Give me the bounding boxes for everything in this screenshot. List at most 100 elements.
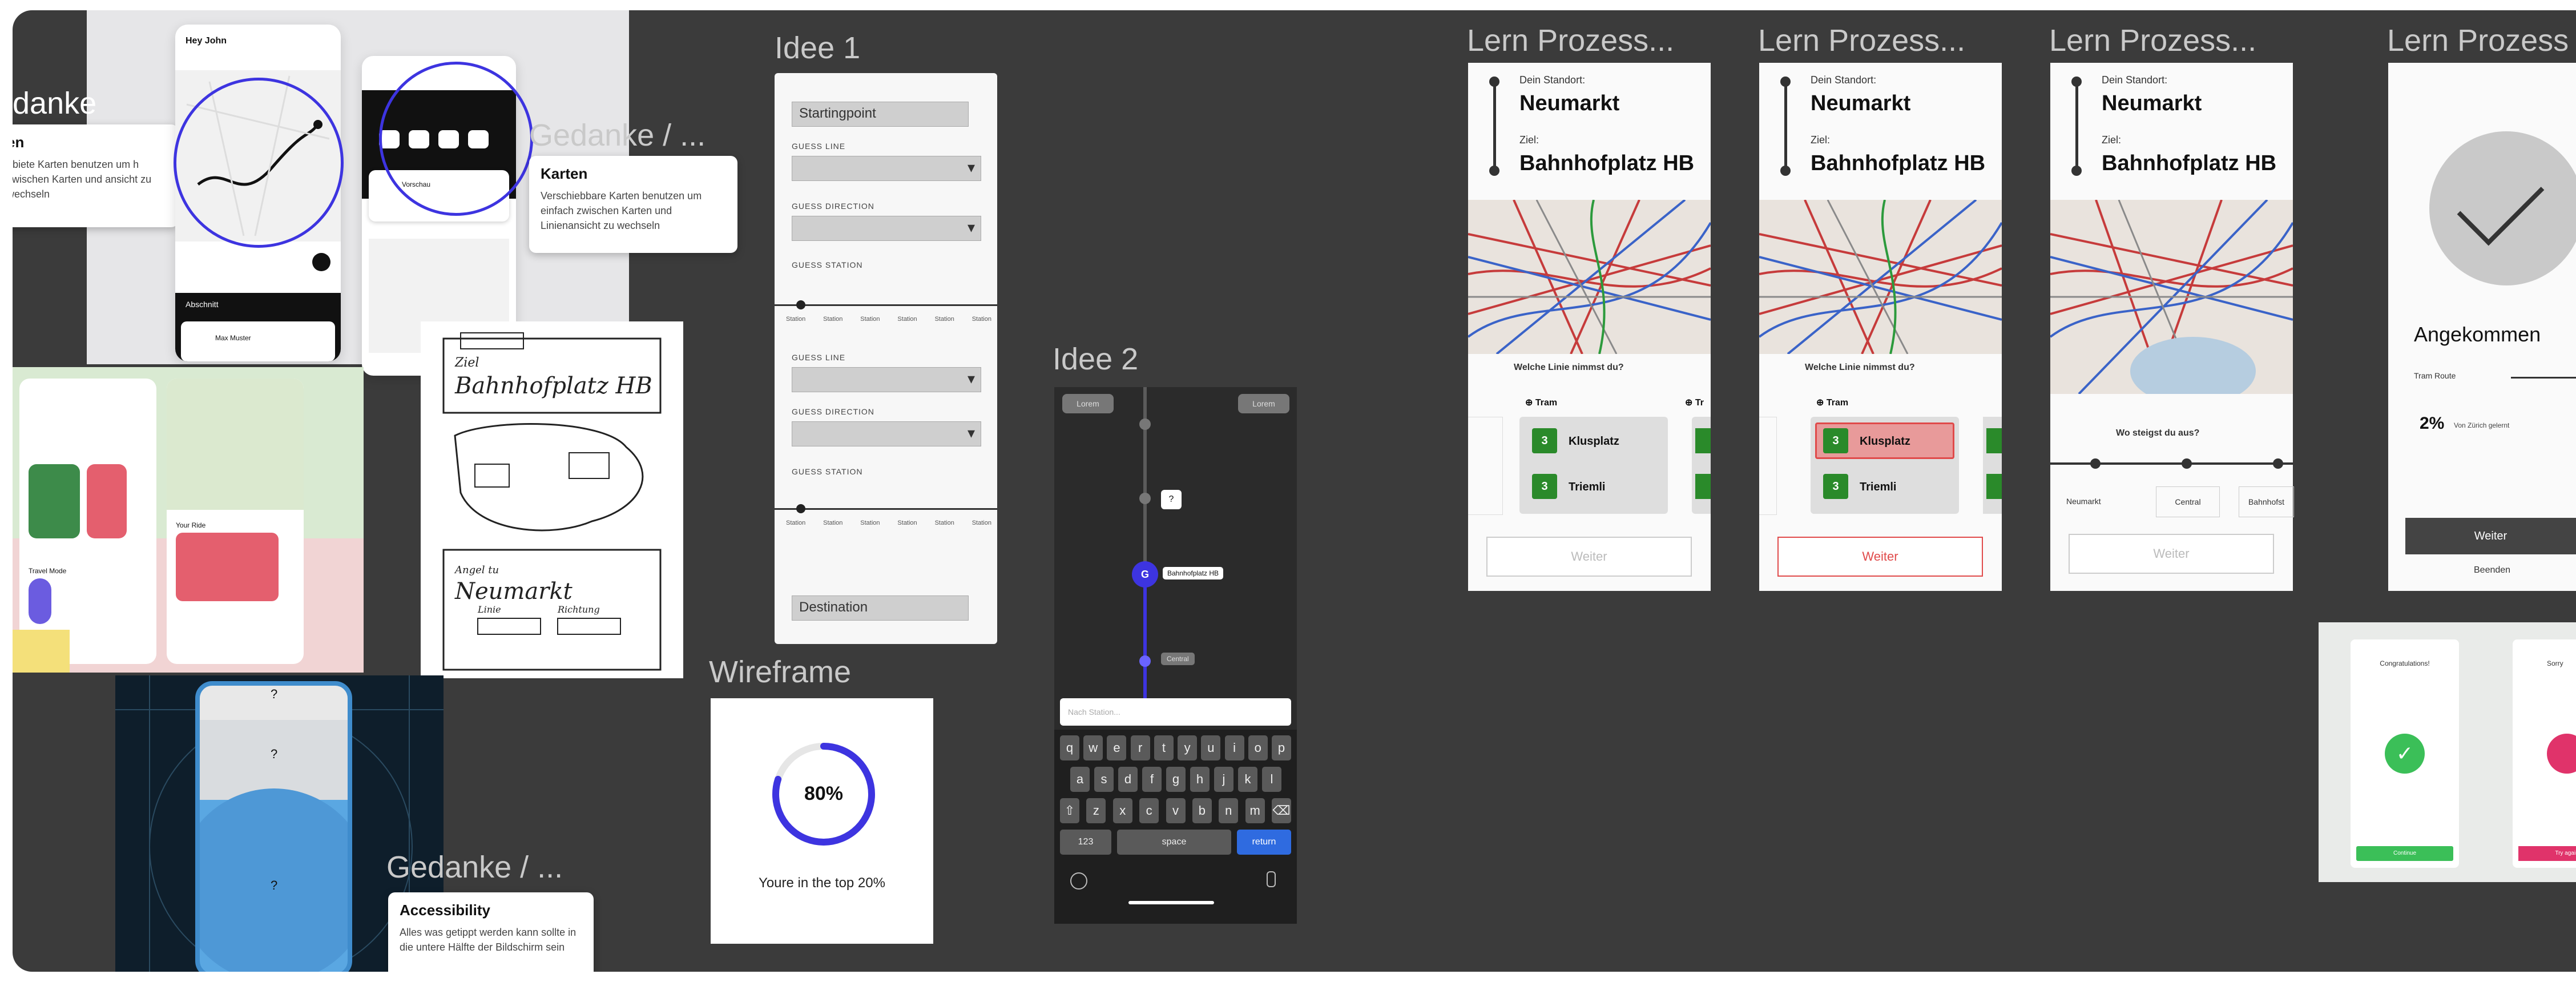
key[interactable]: q <box>1060 735 1079 760</box>
key[interactable]: j <box>1214 767 1233 792</box>
destination-field[interactable]: Destination <box>792 595 969 621</box>
wireframe-frame[interactable]: 80% Youre in the top 20% <box>711 698 933 944</box>
key[interactable]: v <box>1166 798 1186 823</box>
key[interactable]: m <box>1245 798 1265 823</box>
key[interactable]: z <box>1086 798 1106 823</box>
bottom-sheet[interactable]: Abschnitt Max Muster <box>175 293 341 361</box>
frame-title-lern1: Lern Prozess... <box>1467 23 1675 58</box>
weiter-button[interactable]: Weiter <box>1777 537 1983 577</box>
stops-line <box>2050 462 2293 465</box>
station-dot-2[interactable] <box>796 504 805 513</box>
side-card-left[interactable] <box>1759 417 1777 515</box>
key[interactable]: f <box>1142 767 1162 792</box>
key[interactable]: g <box>1166 767 1186 792</box>
key-return[interactable]: return <box>1237 830 1291 855</box>
weiter-button[interactable]: Weiter <box>2405 518 2576 554</box>
note-gedanke-karten[interactable]: Karten Verschiebbare Karten benutzen um … <box>529 156 737 253</box>
key-space[interactable]: space <box>1117 830 1231 855</box>
lern3-frame[interactable]: Dein Standort: Neumarkt Ziel: Bahnhofpla… <box>2050 63 2294 591</box>
stop-option[interactable]: Bahnhofst <box>2239 486 2294 517</box>
key[interactable]: b <box>1192 798 1212 823</box>
search-input[interactable]: Nach Station... <box>1060 698 1291 726</box>
stop-dot[interactable] <box>2090 458 2101 469</box>
phone-card-a[interactable]: Travel Mode <box>19 379 156 664</box>
ziel-value: Bahnhofplatz HB <box>2102 151 2277 175</box>
fail-icon <box>2547 734 2576 774</box>
frame-title-idee2: Idee 2 <box>1053 342 1139 376</box>
key[interactable]: h <box>1190 767 1210 792</box>
stop-option[interactable]: Neumarkt <box>2066 497 2101 506</box>
blue-phone[interactable] <box>195 681 352 972</box>
key[interactable]: a <box>1070 767 1090 792</box>
congrats-card-right[interactable]: Sorry Try again <box>2513 639 2576 868</box>
key[interactable]: s <box>1094 767 1114 792</box>
guess-line-select[interactable] <box>792 156 981 181</box>
shift-icon[interactable]: ⇧ <box>1060 798 1079 823</box>
stop-option[interactable]: Central <box>2156 486 2220 517</box>
screenshot-collage-2[interactable]: Travel Mode Your Ride <box>13 367 364 673</box>
weiter-button[interactable]: Weiter <box>2069 534 2274 574</box>
timeline-dot[interactable] <box>1139 418 1151 430</box>
key[interactable]: o <box>1248 735 1268 760</box>
arrived-title: Angekommen <box>2414 323 2541 346</box>
microphone-icon[interactable] <box>1267 871 1276 887</box>
sketch-frame[interactable]: Ziel Bahnhofplatz HB Angel tu Neumarkt L… <box>421 321 683 678</box>
design-canvas[interactable]: d a nk e en ebiete Karten benutzen um h zwi… <box>13 10 2576 972</box>
note-text: Alles was getippt werden kann sollte in … <box>400 927 577 953</box>
idee1-frame[interactable]: Startingpoint GUESS LINE GUESS DIRECTION… <box>775 73 997 644</box>
key[interactable]: d <box>1118 767 1138 792</box>
key[interactable]: r <box>1130 735 1150 760</box>
mode-chip[interactable] <box>29 578 51 624</box>
phone-card-b[interactable]: Your Ride <box>167 379 304 664</box>
key[interactable]: c <box>1139 798 1159 823</box>
key[interactable]: w <box>1083 735 1103 760</box>
key[interactable]: y <box>1178 735 1198 760</box>
starting-point-field[interactable]: Startingpoint <box>792 102 969 127</box>
guess-direction-select-2[interactable] <box>792 421 981 446</box>
key[interactable]: i <box>1224 735 1244 760</box>
congrats-frame[interactable]: Congratulations! ✓ Continue Sorry Try ag… <box>2319 622 2576 882</box>
right-chip[interactable]: Lorem <box>1238 394 1289 413</box>
key-123[interactable]: 123 <box>1060 830 1111 855</box>
zurich-map[interactable] <box>1759 200 2002 354</box>
floating-action-icon[interactable] <box>312 253 330 271</box>
lern1-frame[interactable]: Dein Standort: Neumarkt Ziel: Bahnhofpla… <box>1468 63 1711 591</box>
zurich-map[interactable] <box>1468 200 1711 354</box>
key[interactable]: k <box>1238 767 1257 792</box>
retry-button[interactable]: Try again <box>2518 846 2576 861</box>
guess-direction-select[interactable] <box>792 216 981 241</box>
lern2-frame[interactable]: Dein Standort: Neumarkt Ziel: Bahnhofpla… <box>1759 63 2002 591</box>
stop-dot[interactable] <box>2273 458 2283 469</box>
lern4-frame[interactable]: Angekommen Tram Route 2% Von Zürich gele… <box>2388 63 2576 591</box>
option-card[interactable]: 3 Klusplatz 3 Triemli <box>1519 417 1668 514</box>
key[interactable]: u <box>1201 735 1221 760</box>
option-card[interactable]: 3 Klusplatz 3 Triemli <box>1811 417 1959 514</box>
key[interactable]: x <box>1112 798 1132 823</box>
timeline-dot-active[interactable] <box>1139 655 1151 667</box>
zurich-map[interactable] <box>2050 200 2293 394</box>
stop-dot[interactable] <box>2182 458 2192 469</box>
current-marker[interactable]: G <box>1132 561 1158 587</box>
step-chip[interactable]: ? <box>1161 490 1182 509</box>
station-dot[interactable] <box>796 300 805 309</box>
key[interactable]: l <box>1262 767 1281 792</box>
idee2-frame[interactable]: Lorem Lorem ? G Bahnhofplatz HB Central … <box>1054 387 1297 924</box>
guess-line-select-2[interactable] <box>792 367 981 392</box>
key[interactable]: t <box>1154 735 1174 760</box>
congrats-card-left[interactable]: Congratulations! ✓ Continue <box>2351 639 2459 868</box>
weiter-button[interactable]: Weiter <box>1486 537 1692 577</box>
note-accessibility[interactable]: Accessibility Alles was getippt werden k… <box>388 892 594 972</box>
emoji-icon[interactable] <box>1070 872 1087 890</box>
beenden-link[interactable]: Beenden <box>2474 565 2510 575</box>
key[interactable]: e <box>1107 735 1127 760</box>
side-card-left[interactable] <box>1468 417 1503 515</box>
keyboard[interactable]: q w e r t y u i o p a s d f g h j k l ⇧ … <box>1054 730 1297 924</box>
backspace-icon[interactable]: ⌫ <box>1272 798 1291 823</box>
note-gedanke-left[interactable]: en ebiete Karten benutzen um h zwischen … <box>13 124 178 227</box>
key[interactable]: n <box>1219 798 1239 823</box>
left-chip[interactable]: Lorem <box>1062 394 1114 413</box>
key[interactable]: p <box>1271 735 1291 760</box>
timeline-dot[interactable] <box>1139 493 1151 504</box>
continue-button[interactable]: Continue <box>2356 846 2453 861</box>
next-chip[interactable]: Central <box>1161 653 1195 665</box>
